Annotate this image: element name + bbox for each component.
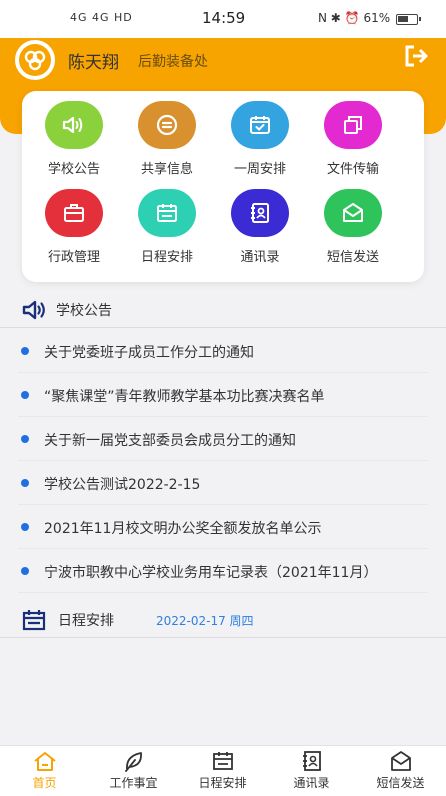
leaf-icon bbox=[122, 750, 146, 772]
speaker-icon bbox=[22, 300, 45, 320]
grid-item-label: 共享信息 bbox=[140, 162, 193, 177]
grid-item-label: 文件传输 bbox=[326, 162, 379, 177]
files-icon bbox=[324, 101, 382, 149]
notice-item[interactable]: “聚焦课堂”青年教师教学基本功比赛决赛名单 bbox=[18, 373, 428, 417]
nav-label: 工作事宜 bbox=[109, 776, 158, 790]
grid-item-schedule[interactable]: 日程安排 bbox=[127, 189, 207, 265]
battery-icon bbox=[396, 14, 421, 25]
user-department: 后勤装备处 bbox=[138, 54, 208, 70]
school-logo-icon bbox=[15, 40, 55, 80]
user-name: 陈天翔 bbox=[68, 53, 119, 73]
contacts-icon bbox=[300, 750, 324, 772]
divider bbox=[0, 637, 446, 638]
bullet-dot bbox=[21, 347, 29, 355]
calendar-icon bbox=[211, 750, 235, 772]
bottom-nav: 首页 工作事宜 日程安排 通讯录 短信发送 bbox=[0, 745, 446, 796]
grid-item-label: 通讯录 bbox=[240, 250, 280, 265]
grid-item-label: 学校公告 bbox=[47, 162, 100, 177]
clock: 14:59 bbox=[202, 9, 246, 27]
grid-item-file-transfer[interactable]: 文件传输 bbox=[313, 101, 393, 177]
grid-item-label: 短信发送 bbox=[326, 250, 379, 265]
notice-item[interactable]: 关于新一届党支部委员会成员分工的通知 bbox=[18, 417, 428, 461]
bullet-dot bbox=[21, 523, 29, 531]
calendar-icon bbox=[22, 610, 46, 631]
notice-section-title: 学校公告 bbox=[56, 303, 112, 319]
bullet-dot bbox=[21, 567, 29, 575]
briefcase-icon bbox=[45, 189, 103, 237]
calendar-icon bbox=[138, 189, 196, 237]
speaker-icon bbox=[45, 101, 103, 149]
envelope-icon bbox=[389, 750, 413, 772]
notice-item[interactable]: 2021年11月校文明办公奖全额发放名单公示 bbox=[18, 505, 428, 549]
grid-item-administration[interactable]: 行政管理 bbox=[34, 189, 114, 265]
grid-item-announcements[interactable]: 学校公告 bbox=[34, 101, 114, 177]
notice-title: “聚焦课堂”青年教师教学基本功比赛决赛名单 bbox=[44, 389, 325, 405]
divider bbox=[0, 327, 446, 328]
status-icons-glyphs: N ✱ ⏰ bbox=[318, 11, 360, 25]
notice-title: 宁波市职教中心学校业务用车记录表（2021年11月） bbox=[44, 565, 378, 581]
status-bar: 4G 4G HD 14:59 N ✱ ⏰ 61% bbox=[0, 0, 446, 38]
grid-item-shared-info[interactable]: 共享信息 bbox=[127, 101, 207, 177]
function-grid: 学校公告 共享信息 一周安排 文件传输行政管理 日程安排 通讯录 短信发送 bbox=[22, 91, 424, 282]
logout-icon[interactable] bbox=[404, 44, 430, 68]
schedule-section-header: 日程安排 2022-02-17 周四 bbox=[0, 602, 446, 638]
grid-item-label: 一周安排 bbox=[233, 162, 286, 177]
network-indicator: 4G 4G HD bbox=[70, 11, 133, 24]
nav-label: 首页 bbox=[32, 776, 57, 790]
notice-item[interactable]: 宁波市职教中心学校业务用车记录表（2021年11月） bbox=[18, 549, 428, 593]
grid-item-weekly-plan[interactable]: 一周安排 bbox=[220, 101, 300, 177]
bullet-dot bbox=[21, 391, 29, 399]
notice-item[interactable]: 关于党委班子成员工作分工的通知 bbox=[18, 329, 428, 373]
calendar-check-icon bbox=[231, 101, 289, 149]
grid-item-contacts[interactable]: 通讯录 bbox=[220, 189, 300, 265]
grid-item-sms[interactable]: 短信发送 bbox=[313, 189, 393, 265]
nav-contacts[interactable]: 通讯录 bbox=[267, 746, 356, 796]
bullet-dot bbox=[21, 435, 29, 443]
contacts-icon bbox=[231, 189, 289, 237]
notice-title: 学校公告测试2022-2-15 bbox=[44, 477, 201, 493]
share-info-icon bbox=[138, 101, 196, 149]
battery-percent: 61% bbox=[363, 11, 391, 25]
notice-title: 关于新一届党支部委员会成员分工的通知 bbox=[44, 433, 296, 449]
nav-label: 通讯录 bbox=[293, 776, 330, 790]
grid-item-label: 行政管理 bbox=[47, 250, 100, 265]
envelope-icon bbox=[324, 189, 382, 237]
nav-work-matters[interactable]: 工作事宜 bbox=[89, 746, 178, 796]
notice-title: 关于党委班子成员工作分工的通知 bbox=[44, 345, 254, 361]
grid-item-label: 日程安排 bbox=[140, 250, 193, 265]
status-icons: N ✱ ⏰ 61% bbox=[318, 11, 390, 25]
nav-label: 短信发送 bbox=[376, 776, 425, 790]
notice-title: 2021年11月校文明办公奖全额发放名单公示 bbox=[44, 521, 322, 537]
nav-label: 日程安排 bbox=[198, 776, 247, 790]
nav-schedule[interactable]: 日程安排 bbox=[178, 746, 267, 796]
home-icon bbox=[33, 750, 57, 772]
schedule-date[interactable]: 2022-02-17 周四 bbox=[156, 612, 254, 629]
schedule-section-title: 日程安排 bbox=[58, 613, 114, 629]
nav-sms[interactable]: 短信发送 bbox=[356, 746, 445, 796]
notice-section-header: 学校公告 bbox=[0, 292, 446, 328]
notice-item[interactable]: 学校公告测试2022-2-15 bbox=[18, 461, 428, 505]
nav-home[interactable]: 首页 bbox=[0, 746, 89, 796]
bullet-dot bbox=[21, 479, 29, 487]
